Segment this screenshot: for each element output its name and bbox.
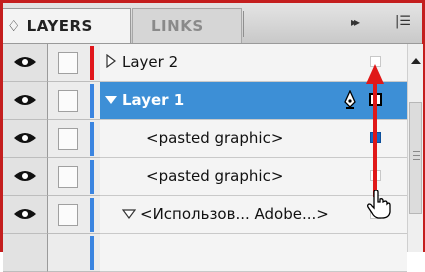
eye-icon — [14, 95, 36, 105]
layer-row-partial[interactable] — [3, 234, 407, 272]
layer-name: Layer 2 — [122, 53, 179, 71]
layer-color-bar — [90, 160, 94, 194]
layer-name: <Использов... Adobe...> — [140, 205, 329, 223]
layer-row-pasted-graphic-2[interactable]: <pasted graphic> — [3, 158, 407, 196]
lock-box — [58, 52, 78, 74]
lock-box — [58, 128, 78, 150]
visibility-toggle[interactable] — [3, 158, 48, 196]
target-square[interactable] — [370, 56, 381, 67]
layer-row-layer-1[interactable]: Layer 1 — [3, 82, 407, 120]
lock-box — [58, 204, 78, 226]
layer-content[interactable]: Layer 2 — [100, 44, 407, 82]
panel-menu-icon[interactable]: |☰ — [395, 14, 411, 29]
layer-row-adobe-group[interactable]: <Использов... Adobe...> — [3, 196, 407, 234]
layer-name: <pasted graphic> — [146, 129, 284, 147]
eye-icon — [14, 209, 36, 219]
lock-toggle[interactable] — [48, 158, 87, 196]
tab-links[interactable]: LINKS — [132, 8, 242, 43]
tab-divider — [243, 11, 244, 37]
target-square[interactable] — [370, 132, 381, 143]
lock-box — [58, 166, 78, 188]
visibility-toggle[interactable] — [3, 234, 48, 272]
scroll-thumb[interactable] — [409, 102, 422, 214]
pen-icon — [344, 90, 356, 109]
visibility-toggle[interactable] — [3, 196, 48, 234]
lock-toggle[interactable] — [48, 196, 87, 234]
layer-content[interactable]: <Использов... Adobe...> — [100, 196, 407, 234]
target-square[interactable] — [369, 93, 382, 106]
scroll-up-icon[interactable] — [411, 58, 421, 64]
target-square[interactable] — [370, 170, 381, 181]
layer-content[interactable]: Layer 1 — [100, 82, 407, 120]
lock-toggle[interactable] — [48, 82, 87, 120]
lock-toggle[interactable] — [48, 120, 87, 158]
eye-icon — [14, 171, 36, 181]
tab-layers[interactable]: ♢ LAYERS — [3, 8, 131, 43]
layer-content[interactable]: <pasted graphic> — [100, 158, 407, 196]
expand-triangle-icon[interactable] — [106, 54, 116, 68]
visibility-toggle[interactable] — [3, 82, 48, 120]
layer-name: Layer 1 — [122, 91, 185, 109]
eye-icon — [14, 133, 36, 143]
lock-toggle[interactable] — [48, 234, 87, 272]
layers-list: Layer 2 Layer 1 <pasted graphic> <pasted… — [3, 44, 407, 272]
layer-color-bar — [90, 236, 94, 270]
layer-color-bar — [90, 122, 94, 156]
vertical-scrollbar[interactable] — [407, 44, 423, 252]
layer-color-bar — [90, 46, 94, 80]
hand-cursor-icon — [367, 190, 391, 219]
layer-row-layer-2[interactable]: Layer 2 — [3, 44, 407, 82]
layer-content[interactable]: <pasted graphic> — [100, 120, 407, 158]
grip-line — [413, 159, 420, 160]
fast-forward-icon[interactable]: ▸▸ — [351, 15, 360, 29]
grip-line — [413, 151, 420, 152]
collapse-triangle-icon[interactable] — [122, 209, 136, 219]
layer-name: <pasted graphic> — [146, 167, 284, 185]
lock-toggle[interactable] — [48, 44, 87, 82]
lock-box — [58, 90, 78, 112]
visibility-toggle[interactable] — [3, 44, 48, 82]
collapse-triangle-icon[interactable] — [104, 95, 118, 105]
eye-icon — [14, 57, 36, 67]
layer-content[interactable] — [100, 234, 407, 272]
visibility-toggle[interactable] — [3, 120, 48, 158]
panel-tab-bar: ♢ LAYERS LINKS ▸▸ |☰ — [3, 3, 422, 44]
layer-color-bar — [90, 198, 94, 232]
layers-panel: ♢ LAYERS LINKS ▸▸ |☰ Layer 2 Layer 1 <pa… — [0, 0, 425, 272]
grip-line — [413, 155, 420, 156]
layer-color-bar — [90, 84, 94, 118]
layer-row-pasted-graphic[interactable]: <pasted graphic> — [3, 120, 407, 158]
